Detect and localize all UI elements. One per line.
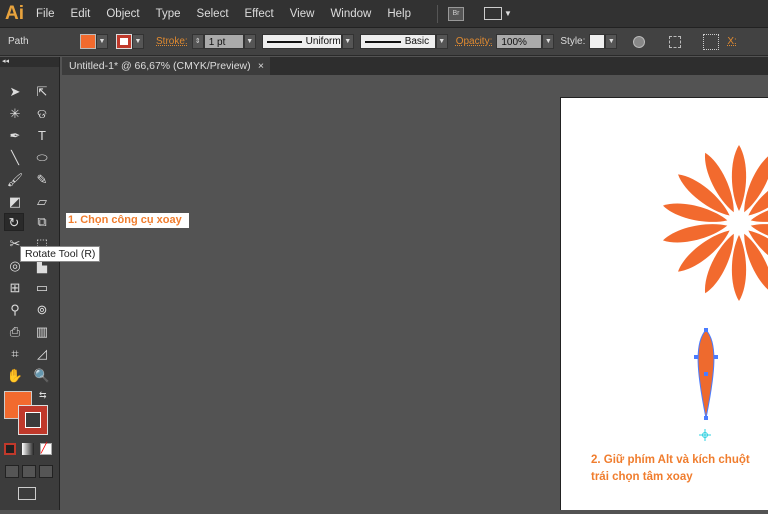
stroke-weight-dropdown[interactable]: ▼ [243,34,256,49]
swap-colors-icon[interactable]: ⇆ [39,390,47,401]
mesh-tool-icon[interactable]: ⊞ [5,279,25,297]
chevron-down-icon[interactable]: ▼ [504,9,512,18]
screen-mode-icon[interactable] [18,487,36,500]
menu-object[interactable]: Object [106,8,139,20]
panel-collapse-icon[interactable]: ◂◂ [0,57,59,67]
selection-label: Path [8,36,29,47]
stroke-dropdown[interactable]: ▼ [132,34,144,49]
stroke-stepper[interactable]: ⇕ [191,34,204,49]
blend-tool-icon[interactable]: ⊚ [32,301,52,319]
menu-edit[interactable]: Edit [71,8,91,20]
lasso-tool-icon[interactable]: ଡ [32,105,52,123]
paintbrush-tool-icon[interactable]: 🖌 [5,171,25,189]
pen-tool-icon[interactable]: ✒ [5,127,25,145]
stroke-weight-input[interactable]: 1 pt [203,34,244,49]
eyedropper-tool-icon[interactable]: ⚲ [5,301,25,319]
artboard-tool-icon[interactable]: ⌗ [5,345,25,363]
flower-artwork [662,145,768,301]
menu-help[interactable]: Help [387,8,411,20]
brush-definition[interactable]: Basic [359,34,436,49]
menu-type[interactable]: Type [156,8,181,20]
tools-panel: ◂◂ ➤ ⇱ ✳ ଡ ✒ T ╲ ⬭ 🖌 ✎ ◩ ▱ ↻ ⧉ ✂ ⬚ ◎ ▙ ⊞… [0,57,60,510]
reference-point-icon[interactable] [703,33,720,50]
style-swatch[interactable] [589,34,606,49]
hand-tool-icon[interactable]: ✋ [5,367,25,385]
menu-view[interactable]: View [290,8,315,20]
pencil-tool-icon[interactable]: ✎ [32,171,52,189]
recolor-artwork-icon[interactable] [633,35,646,48]
bridge-button[interactable]: Br [448,6,464,21]
color-mode-icon[interactable] [4,443,16,455]
selected-petal[interactable] [694,328,718,420]
ellipse-tool-icon[interactable]: ⬭ [32,149,52,167]
menu-bar: Ai File Edit Object Type Select Effect V… [0,0,768,28]
fill-swatch[interactable] [80,34,96,49]
artwork [662,145,768,441]
menu-select[interactable]: Select [197,8,229,20]
stroke-label[interactable]: Stroke: [156,36,188,47]
rotation-origin-icon [699,429,711,441]
artboard[interactable] [560,97,768,510]
gradient-tool-icon[interactable]: ▭ [32,279,52,297]
step2-annotation: 2. Giữ phím Alt và kích chuột trái chọn … [591,454,750,483]
drawing-modes[interactable] [5,465,53,478]
profile-dropdown[interactable]: ▼ [341,34,354,49]
opacity-dropdown[interactable]: ▼ [542,34,555,49]
align-icon[interactable] [669,35,682,48]
document-tab-bar: Untitled-1* @ 66,67% (CMYK/Preview) × [62,57,768,75]
flower-petal [731,235,747,301]
variable-width-profile[interactable]: Uniform [261,34,342,49]
control-panel: Path ▼ ▼ Stroke: ⇕ 1 pt ▼ Uniform ▼ Basi… [0,28,768,56]
opacity-input[interactable]: 100% [496,34,543,49]
flower-petal [731,145,747,211]
divider [437,4,438,23]
slice-tool-icon[interactable]: ◿ [32,345,52,363]
selection-tool-icon[interactable]: ➤ [5,83,25,101]
brush-dropdown[interactable]: ▼ [435,34,448,49]
stroke-swatch[interactable] [116,34,132,49]
type-tool-icon[interactable]: T [32,127,52,145]
opacity-label[interactable]: Opacity: [456,36,493,47]
magic-wand-tool-icon[interactable]: ✳ [5,105,25,123]
arrange-documents-icon[interactable] [484,7,502,20]
fill-dropdown[interactable]: ▼ [96,34,108,49]
direct-selection-tool-icon[interactable]: ⇱ [32,83,52,101]
close-icon[interactable]: × [258,57,264,75]
symbol-sprayer-tool-icon[interactable]: ⎙ [5,323,25,341]
document-tab-title: Untitled-1* @ 66,67% (CMYK/Preview) [69,60,251,72]
menu-effect[interactable]: Effect [245,8,274,20]
step1-annotation: 1. Chọn công cụ xoay [66,213,189,228]
menu-window[interactable]: Window [330,8,371,20]
eraser-tool-icon[interactable]: ▱ [32,193,52,211]
rotate-tool-icon[interactable]: ↻ [4,213,24,231]
column-graph-tool-icon[interactable]: ▥ [32,323,52,341]
style-dropdown[interactable]: ▼ [605,34,618,49]
zoom-tool-icon[interactable]: 🔍 [32,367,52,385]
menu-file[interactable]: File [36,8,55,20]
line-tool-icon[interactable]: ╲ [5,149,25,167]
blob-brush-tool-icon[interactable]: ◩ [5,193,25,211]
stroke-color-swatch[interactable] [18,405,48,435]
x-label[interactable]: X: [727,36,736,47]
gradient-mode-icon[interactable] [22,443,34,455]
none-mode-icon[interactable]: ╱ [40,443,52,455]
rotate-tool-tooltip: Rotate Tool (R) [20,246,101,262]
style-label: Style: [560,36,586,47]
scale-tool-icon[interactable]: ⧉ [32,213,52,231]
document-tab[interactable]: Untitled-1* @ 66,67% (CMYK/Preview) × [62,57,270,75]
app-logo: Ai [5,2,24,24]
